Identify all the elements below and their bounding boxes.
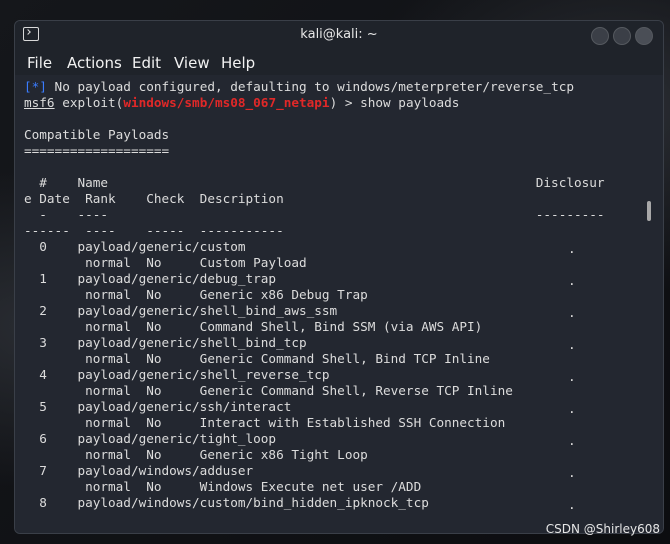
info-text: No payload configured, defaulting to win… [46, 79, 574, 94]
minimize-button[interactable] [591, 27, 609, 45]
payload-row: 0 payload/generic/custom [24, 239, 246, 254]
payload-disclosure-date: . [568, 241, 576, 256]
prompt-module: windows/smb/ms08_067_netapi [123, 95, 330, 110]
section-heading: Compatible Payloads [24, 127, 170, 142]
terminal-output[interactable]: [*] No payload configured, defaulting to… [15, 75, 663, 533]
column-header-1: # Name Disclosur [24, 175, 605, 190]
prompt-command: ) > show payloads [329, 95, 460, 110]
terminal-window: kali@kali: ~ File Actions Edit View Help… [14, 20, 664, 534]
prompt-line: msf6 exploit(windows/smb/ms08_067_netapi… [24, 95, 459, 111]
payload-row-detail: normal No Windows Execute net user /ADD [24, 479, 422, 494]
payload-row-detail: normal No Generic Command Shell, Reverse… [24, 383, 513, 398]
payload-row-detail: normal No Interact with Established SSH … [24, 415, 506, 430]
payload-disclosure-date: . [568, 337, 576, 352]
payload-disclosure-date: . [568, 433, 576, 448]
payload-row: 1 payload/generic/debug_trap [24, 271, 277, 286]
info-prefix: [*] [24, 79, 47, 94]
prompt-msf: msf6 [24, 95, 55, 110]
payload-disclosure-date: . [568, 401, 576, 416]
column-header-2: e Date Rank Check Description [24, 191, 284, 206]
scrollbar[interactable] [647, 201, 651, 221]
column-rule-1: - ---- --------- [24, 207, 605, 222]
payload-row-detail: normal No Generic Command Shell, Bind TC… [24, 351, 490, 366]
payload-disclosure-date: . [568, 369, 576, 384]
menu-help[interactable]: Help [221, 54, 255, 72]
payload-row: 6 payload/generic/tight_loop [24, 431, 277, 446]
menu-file[interactable]: File [27, 54, 52, 72]
payload-disclosure-date: . [568, 305, 576, 320]
payload-row: 5 payload/generic/ssh/interact [24, 399, 292, 414]
payload-disclosure-date: . [568, 465, 576, 480]
title-bar[interactable]: kali@kali: ~ [15, 21, 663, 49]
payload-row-detail: normal No Custom Payload [24, 255, 307, 270]
payload-row: 4 payload/generic/shell_reverse_tcp [24, 367, 330, 382]
maximize-button[interactable] [613, 27, 631, 45]
menu-bar: File Actions Edit View Help [15, 49, 663, 75]
info-line: [*] No payload configured, defaulting to… [24, 79, 574, 95]
prompt-mid: exploit( [54, 95, 124, 110]
payload-row: 3 payload/generic/shell_bind_tcp [24, 335, 307, 350]
close-button[interactable] [635, 27, 653, 45]
payload-disclosure-date: . [568, 273, 576, 288]
watermark: CSDN @Shirley608 [545, 522, 660, 536]
payload-row-detail: normal No Generic x86 Debug Trap [24, 287, 368, 302]
payload-row: 2 payload/generic/shell_bind_aws_ssm [24, 303, 338, 318]
payload-row-detail: normal No Generic x86 Tight Loop [24, 447, 368, 462]
payload-row: 7 payload/windows/adduser [24, 463, 254, 478]
window-title: kali@kali: ~ [300, 27, 378, 42]
payload-row: 8 payload/windows/custom/bind_hidden_ipk… [24, 495, 429, 510]
menu-edit[interactable]: Edit [132, 54, 161, 72]
column-rule-2: ------ ---- ----- ----------- [24, 223, 284, 238]
section-heading-rule: =================== [24, 143, 170, 158]
menu-actions[interactable]: Actions [67, 54, 122, 72]
payload-row-detail: normal No Command Shell, Bind SSM (via A… [24, 319, 483, 334]
menu-view[interactable]: View [174, 54, 210, 72]
payload-disclosure-date: . [568, 497, 576, 512]
